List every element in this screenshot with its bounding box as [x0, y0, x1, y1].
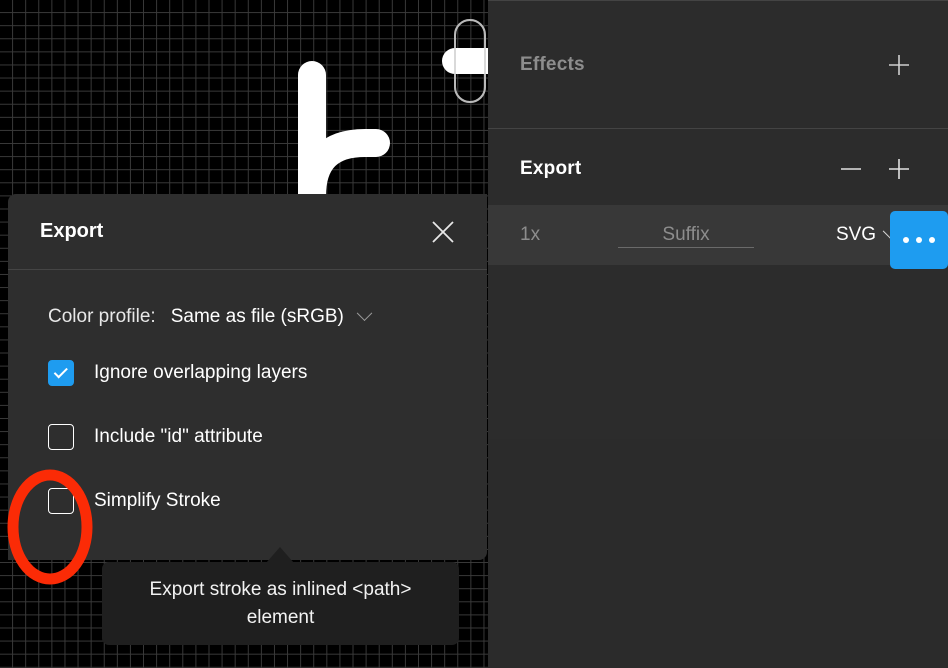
effects-title: Effects [520, 53, 585, 75]
add-effect-icon[interactable] [882, 48, 916, 82]
plus-icon [889, 54, 909, 75]
chevron-down-icon[interactable] [356, 304, 373, 321]
option-label: Ignore overlapping layers [94, 362, 308, 383]
ellipsis-dot-icon [916, 237, 922, 243]
ellipsis-dot-icon [929, 237, 935, 243]
tooltip-arrow [266, 547, 294, 563]
export-settings-row: 1x Suffix SVG [488, 205, 948, 269]
add-export-icon[interactable] [882, 152, 916, 186]
option-ignore-overlapping-layers[interactable]: Ignore overlapping layers [8, 351, 487, 395]
elbow-stroke-shape [298, 61, 390, 197]
export-suffix-input[interactable]: Suffix [588, 224, 784, 248]
panel-empty-area [488, 439, 948, 668]
export-options-list: Ignore overlapping layers Include "id" a… [8, 351, 487, 523]
remove-export-icon[interactable] [834, 152, 868, 186]
tooltip: Export stroke as inlined <path> element [102, 562, 459, 645]
export-format-value: SVG [835, 224, 877, 245]
color-profile-label: Color profile: [48, 306, 156, 327]
checkmark-icon [53, 363, 68, 378]
color-profile-row: Color profile: Same as file (sRGB) [8, 270, 487, 328]
export-title: Export [520, 158, 582, 179]
plus-icon [889, 159, 909, 179]
checkbox-unchecked-icon[interactable] [48, 488, 74, 514]
option-simplify-stroke[interactable]: Simplify Stroke [8, 479, 487, 523]
option-label: Simplify Stroke [94, 490, 221, 511]
suffix-underline [618, 247, 754, 248]
minus-icon [841, 168, 861, 170]
export-settings-dialog: Export Color profile: Same as file (sRGB… [8, 194, 487, 560]
color-profile-value[interactable]: Same as file (sRGB) [171, 306, 344, 328]
app-root: Effects Export 1x Suffix SVG Export Colo… [0, 0, 948, 668]
tooltip-text: Export stroke as inlined <path> element [149, 578, 412, 628]
checkbox-unchecked-icon[interactable] [48, 424, 74, 450]
export-section-header: Export [488, 129, 948, 205]
option-include-id-attribute[interactable]: Include "id" attribute [8, 415, 487, 459]
x-icon [432, 221, 454, 243]
effects-section: Effects [488, 1, 948, 128]
close-icon[interactable] [425, 214, 461, 250]
dialog-title: Export [40, 220, 104, 242]
dialog-header: Export [8, 194, 487, 270]
export-more-options-button[interactable] [890, 211, 948, 269]
export-scale-input[interactable]: 1x [488, 224, 588, 246]
checkbox-checked-icon[interactable] [48, 360, 74, 386]
ellipsis-dot-icon [903, 237, 909, 243]
export-suffix-placeholder: Suffix [662, 224, 710, 245]
option-label: Include "id" attribute [94, 426, 263, 447]
